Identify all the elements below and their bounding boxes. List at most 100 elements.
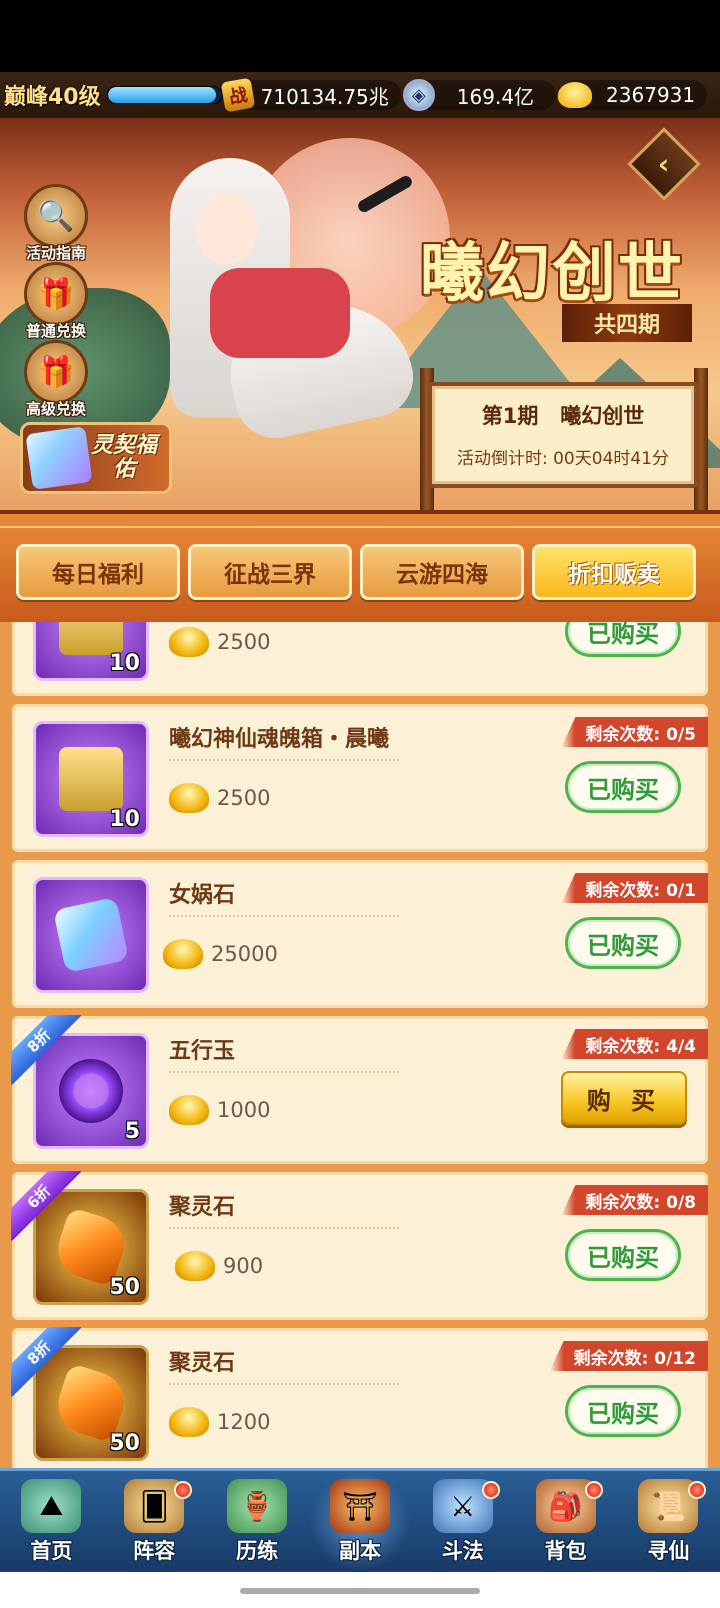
tab-three-realms[interactable]: 征战三界 — [188, 544, 352, 600]
event-title: 曦幻创世 — [420, 237, 684, 311]
notification-dot — [482, 1481, 501, 1499]
purchased-button[interactable]: 已购买 — [565, 622, 681, 657]
nav-training[interactable]: 🏺 历练 — [206, 1471, 309, 1571]
tab-discount-sale[interactable]: 折扣贩卖 — [532, 544, 696, 600]
crystal-icon — [25, 426, 93, 490]
nav-bag[interactable]: 🎒 背包 — [514, 1471, 617, 1571]
nav-lineup-label: 阵容 — [133, 1539, 176, 1563]
nav-dungeon-label: 副本 — [338, 1539, 381, 1563]
nav-seek-immortal[interactable]: 📜 寻仙 — [617, 1471, 720, 1571]
status-bar — [0, 0, 720, 72]
nav-dungeon[interactable]: ⛩ 副本 — [308, 1471, 412, 1571]
discount-tag: 6折 — [11, 1171, 81, 1241]
item-count: 50 — [109, 1275, 140, 1300]
coin-display[interactable]: ◈ 169.4亿 — [402, 79, 557, 111]
activity-guide-button[interactable]: 🔍 活动指南 — [20, 184, 92, 263]
item-name: 女娲石 — [169, 883, 236, 908]
item-price: 25000 — [211, 942, 278, 966]
item-icon[interactable] — [33, 877, 149, 993]
tab-strip: 每日福利 征战三界 云游四海 折扣贩卖 — [0, 510, 720, 622]
purchased-button[interactable]: 已购买 — [565, 1385, 681, 1437]
discount-item-list[interactable]: 10 2500 已购买 10 曦幻神仙魂魄箱・晨曦 剩余次数: 0/5 2500… — [0, 622, 720, 1468]
power-display: 战 710134.75兆 — [220, 77, 401, 113]
xp-bar — [106, 86, 223, 104]
nav-battle[interactable]: ⚔ 斗法 — [411, 1471, 514, 1571]
list-item: 女娲石 剩余次数: 0/1 25000 已购买 — [12, 860, 708, 1008]
item-name: 聚灵石 — [169, 1351, 236, 1376]
item-price: 1000 — [217, 1098, 271, 1122]
advanced-exchange-label: 高级兑换 — [25, 400, 86, 418]
power-icon: 战 — [220, 77, 256, 113]
notification-dot — [173, 1481, 192, 1499]
remaining-count-badge: 剩余次数: 0/12 — [549, 1341, 708, 1371]
purchased-button[interactable]: 已购买 — [565, 761, 681, 813]
event-subtitle: 共四期 — [562, 304, 692, 342]
magnifier-icon: 🔍 — [24, 184, 88, 248]
home-indicator-bar — [0, 1572, 720, 1608]
home-indicator[interactable] — [240, 1588, 480, 1594]
item-icon[interactable]: 10 — [33, 721, 149, 837]
period-board: 第1期 曦幻创世 活动倒计时: 00天04时41分 — [428, 382, 698, 488]
nav-home-label: 首页 — [30, 1539, 73, 1563]
home-island-icon: ⛰ — [21, 1479, 82, 1533]
discount-tag: 8折 — [11, 1015, 81, 1085]
tab-travel-four-seas[interactable]: 云游四海 — [360, 544, 524, 600]
nav-home[interactable]: ⛰ 首页 — [0, 1471, 103, 1571]
item-count: 50 — [109, 1431, 140, 1456]
item-price: 900 — [223, 1254, 264, 1278]
gold-ingot-icon — [163, 939, 203, 969]
remaining-count-badge: 剩余次数: 0/1 — [561, 873, 708, 903]
nav-seek-immortal-label: 寻仙 — [647, 1539, 690, 1563]
gold-ingot-icon — [169, 1407, 209, 1437]
item-count: 10 — [109, 807, 140, 832]
gift-box-icon: 🎁 — [24, 262, 88, 326]
item-price: 2500 — [217, 630, 271, 654]
nav-training-label: 历练 — [236, 1539, 279, 1563]
gold-display[interactable]: 2367931 — [558, 80, 708, 110]
item-name: 五行玉 — [169, 1039, 236, 1064]
item-name: 曦幻神仙魂魄箱・晨曦 — [169, 727, 390, 752]
purchased-button[interactable]: 已购买 — [565, 1229, 681, 1281]
discount-tag: 8折 — [11, 1327, 81, 1397]
normal-exchange-button[interactable]: 🎁 普通兑换 — [20, 262, 92, 341]
item-icon[interactable]: 10 — [33, 622, 149, 681]
gift-box-icon: 🎁 — [24, 340, 88, 404]
buy-button[interactable]: 购 买 — [561, 1071, 687, 1125]
resource-bar: 巅峰40级 战 710134.75兆 ◈ 169.4亿 2367931 — [0, 72, 720, 118]
list-item: 6折 50 聚灵石 剩余次数: 0/8 900 已购买 — [11, 1171, 708, 1320]
notification-dot — [585, 1481, 604, 1499]
activity-guide-label: 活动指南 — [25, 244, 86, 262]
back-arrow-icon: ‹ — [658, 147, 670, 181]
xp-bar-fill — [107, 87, 216, 103]
nav-lineup[interactable]: 🂠 阵容 — [103, 1471, 206, 1571]
temple-gate-icon: ⛩ — [329, 1479, 390, 1533]
purchased-button[interactable]: 已购买 — [565, 917, 681, 969]
nav-bag-label: 背包 — [544, 1539, 587, 1563]
gold-value: 2367931 — [606, 83, 696, 107]
soul-chest-icon — [59, 747, 123, 811]
item-price: 1200 — [217, 1410, 271, 1434]
nav-battle-label: 斗法 — [441, 1539, 484, 1563]
normal-exchange-label: 普通兑换 — [25, 322, 86, 340]
lingqi-blessing-button[interactable]: 灵契福佑 — [20, 422, 172, 494]
back-button[interactable]: ‹ — [627, 127, 701, 201]
player-level: 巅峰40级 — [4, 85, 101, 110]
discount-label: 8折 — [11, 1327, 81, 1397]
nuwa-stone-icon — [53, 897, 129, 973]
coin-value: 169.4亿 — [456, 84, 535, 109]
gold-ingot-icon — [175, 1251, 215, 1281]
lingqi-blessing-label: 灵契福佑 — [90, 433, 157, 482]
event-banner: 🔍 活动指南 🎁 普通兑换 🎁 高级兑换 灵契福佑 ‹ 曦幻创世 共四期 第1期… — [0, 118, 720, 510]
period-title: 第1期 曦幻创世 — [481, 404, 645, 428]
gold-ingot-icon — [169, 783, 209, 813]
tab-daily-welfare[interactable]: 每日福利 — [16, 544, 180, 600]
remaining-count-badge: 剩余次数: 4/4 — [561, 1029, 708, 1059]
list-item: 10 2500 已购买 — [12, 622, 708, 696]
fairy-character-art — [150, 138, 421, 478]
advanced-exchange-button[interactable]: 🎁 高级兑换 — [20, 340, 92, 419]
discount-label: 6折 — [11, 1171, 81, 1241]
notification-dot — [687, 1481, 706, 1499]
remaining-count-badge: 剩余次数: 0/8 — [561, 1185, 708, 1215]
countdown-timer: 活动倒计时: 00天04时41分 — [456, 449, 670, 469]
remaining-count-badge: 剩余次数: 0/5 — [561, 717, 708, 747]
